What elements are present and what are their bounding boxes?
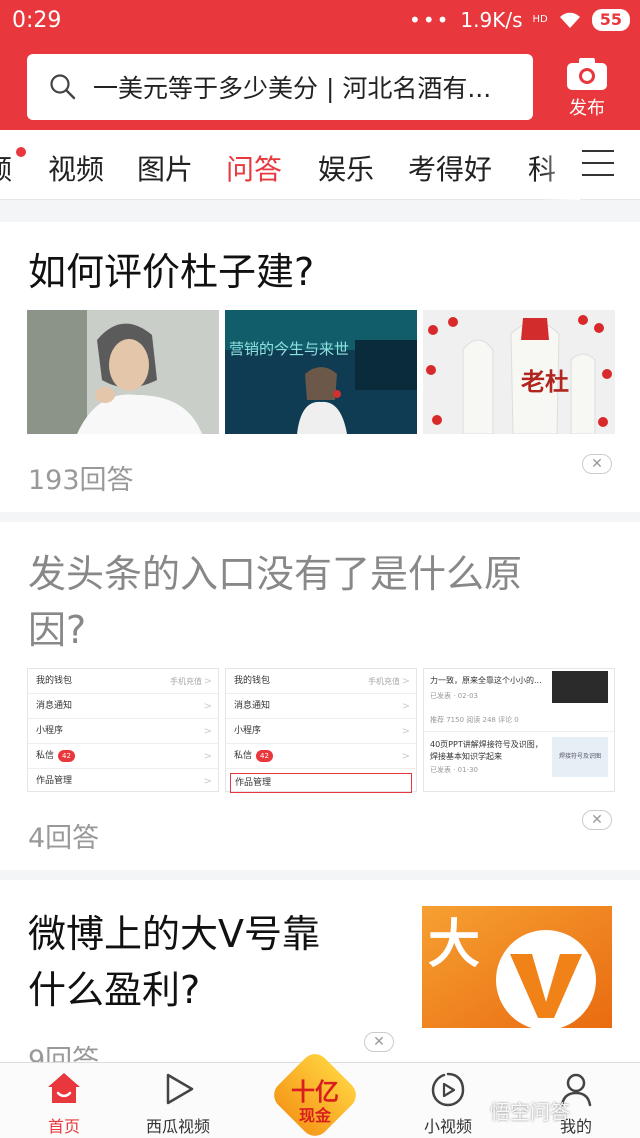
answer-count: 193回答 bbox=[28, 465, 134, 496]
dismiss-close-icon[interactable]: ✕ bbox=[582, 810, 612, 830]
wifi-icon bbox=[559, 12, 580, 28]
dismiss-close-icon[interactable]: ✕ bbox=[582, 454, 612, 474]
network-speed: 1.9K/s bbox=[460, 8, 523, 32]
tab-video[interactable]: 视频 bbox=[48, 148, 104, 188]
tab-partial-left[interactable]: 频 bbox=[0, 148, 12, 188]
answer-count: 4回答 bbox=[28, 823, 100, 854]
image-row: 营销的今生与来世 老杜 bbox=[27, 310, 615, 434]
tab-entertainment[interactable]: 娱乐 bbox=[318, 148, 374, 188]
nav-xigua-video[interactable]: 西瓜视频 bbox=[118, 1063, 238, 1138]
question-title-line2[interactable]: 因? bbox=[28, 600, 86, 660]
portrait-image bbox=[27, 310, 219, 434]
feed-card[interactable]: 如何评价杜子建? 营销的今生与来世 老杜 193回答 ✕ bbox=[0, 222, 640, 512]
publish-button[interactable]: 发布 bbox=[556, 54, 618, 124]
battery-level: 55 bbox=[591, 9, 630, 31]
image-row: 我的钱包 手机充值 > 消息通知 > 小程序 > 私信 42 > 作品管理 > 我的钱包 手机充… bbox=[27, 668, 615, 793]
watermark: 悟空问答 bbox=[490, 1100, 570, 1124]
settings-screenshot-highlighted: 我的钱包 手机充值 > 消息通知 > 小程序 > 私信 42 > 作品管理 bbox=[225, 668, 417, 793]
status-time: 0:29 bbox=[12, 8, 62, 33]
search-bar[interactable]: 一美元等于多少美分 | 河北名酒有... bbox=[27, 54, 533, 120]
tab-images[interactable]: 图片 bbox=[137, 148, 193, 188]
svg-text:大: 大 bbox=[428, 915, 480, 975]
nav-home[interactable]: 首页 bbox=[4, 1063, 124, 1138]
search-icon bbox=[50, 74, 76, 100]
unread-dot-icon bbox=[16, 147, 26, 157]
status-bar: 0:29 ••• 1.9K/s HD 55 bbox=[0, 0, 640, 44]
small-video-icon bbox=[431, 1072, 465, 1107]
promo-line2: 现金 bbox=[298, 1106, 331, 1125]
liquor-image: 老杜 bbox=[423, 310, 615, 434]
question-title-line1[interactable]: 微博上的大V号靠 bbox=[28, 904, 320, 964]
search-suggestion-text: 一美元等于多少美分 | 河北名酒有... bbox=[93, 74, 492, 103]
top-header: 0:29 ••• 1.9K/s HD 55 一美元等于多少美分 | 河北名酒有.… bbox=[0, 0, 640, 130]
question-title[interactable]: 如何评价杜子建? bbox=[28, 242, 314, 302]
notification-dots-icon: ••• bbox=[409, 8, 451, 32]
cash-promo-button[interactable]: 十亿 现金 bbox=[268, 1048, 362, 1138]
nav-home-label: 首页 bbox=[47, 1117, 80, 1136]
feed-card[interactable]: 微博上的大V号靠 什么盈利? 大 9回答 ✕ bbox=[0, 880, 640, 1076]
channel-menu-icon[interactable] bbox=[582, 150, 614, 178]
camera-icon bbox=[567, 58, 607, 90]
speech-image: 营销的今生与来世 bbox=[225, 310, 417, 434]
question-title-line2[interactable]: 什么盈利? bbox=[28, 960, 200, 1020]
question-title-line1[interactable]: 发头条的入口没有了是什么原 bbox=[28, 544, 522, 604]
settings-screenshot: 我的钱包 手机充值 > 消息通知 > 小程序 > 私信 42 > 作品管理 > bbox=[27, 668, 219, 792]
big-v-image: 大 bbox=[422, 906, 612, 1028]
tab-kaodehao[interactable]: 考得好 bbox=[408, 148, 492, 188]
publish-label: 发布 bbox=[569, 98, 605, 119]
article-list-screenshot: 力一致，原来全靠这个小小的... 已发表 · 02-03 推荐 7150 阅读 … bbox=[423, 668, 615, 792]
play-icon bbox=[166, 1073, 194, 1105]
tab-fade bbox=[540, 130, 580, 200]
app-screen: 0:29 ••• 1.9K/s HD 55 一美元等于多少美分 | 河北名酒有.… bbox=[0, 0, 640, 1138]
svg-text:老杜: 老杜 bbox=[521, 367, 569, 396]
status-indicators: ••• 1.9K/s HD 55 bbox=[409, 8, 630, 32]
svg-text:营销的今生与来世: 营销的今生与来世 bbox=[229, 340, 349, 358]
network-type: HD bbox=[532, 14, 548, 25]
dismiss-close-icon[interactable]: ✕ bbox=[364, 1032, 394, 1052]
nav-xigua-label: 西瓜视频 bbox=[145, 1117, 210, 1136]
tab-qa[interactable]: 问答 bbox=[226, 148, 282, 188]
feed-card[interactable]: 发头条的入口没有了是什么原 因? 我的钱包 手机充值 > 消息通知 > 小程序 > 私信… bbox=[0, 522, 640, 870]
home-icon bbox=[48, 1073, 80, 1103]
